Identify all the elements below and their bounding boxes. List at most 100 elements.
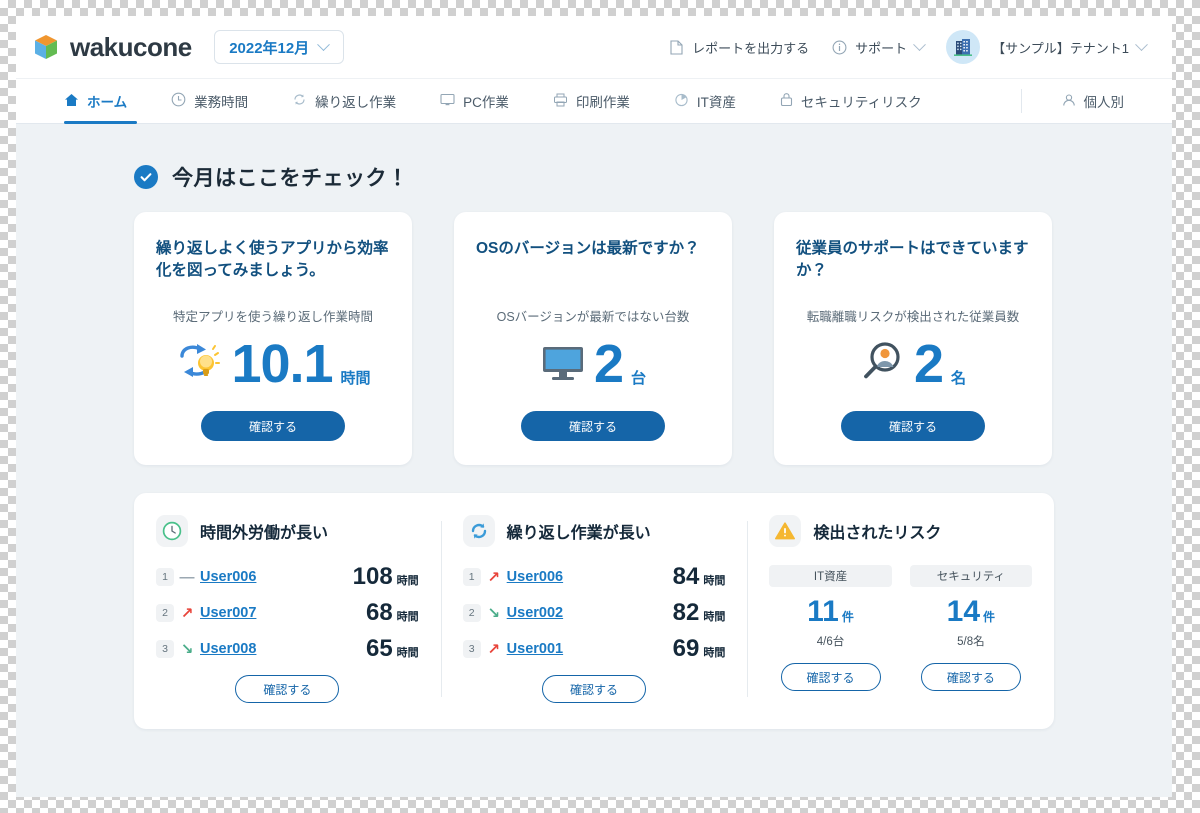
value-number: 68 — [366, 601, 393, 625]
app-window: wakucone 2022年12月 レポートを出力する サポート — [16, 16, 1172, 797]
value-number: 82 — [673, 601, 700, 625]
value-number: 108 — [353, 565, 393, 589]
trend-icon: — — [174, 569, 200, 586]
chevron-down-icon — [1135, 38, 1148, 51]
chevron-down-icon — [913, 38, 926, 51]
tenant-label: 【サンプル】テナント1 — [992, 38, 1129, 57]
row-value: 69 時間 — [673, 637, 726, 661]
risk-item-it-assets: IT資産 11 件 4/6台 確認する — [769, 565, 891, 691]
panel-col-overtime: 時間外労働が長い 1 — User006 108 時間 2 ↗ — [134, 515, 441, 703]
value-unit: 時間 — [397, 644, 419, 660]
table-row: 2 ↘ User002 82 時間 — [463, 601, 726, 625]
value-unit: 時間 — [397, 572, 419, 588]
value-unit: 時間 — [703, 608, 725, 624]
card-employee-support: 従業員のサポートはできていますか？ 転職離職リスクが検出された従業員数 2 — [774, 212, 1052, 465]
card-subtitle: 転職離職リスクが検出された従業員数 — [807, 306, 1020, 325]
nav-label: 印刷作業 — [576, 91, 630, 111]
card-metric: 2 台 — [540, 329, 646, 391]
col-header: 時間外労働が長い — [156, 515, 419, 547]
nav-item-home[interactable]: ホーム — [56, 79, 149, 123]
col-title: 繰り返し作業が長い — [507, 519, 651, 543]
row-value: 65 時間 — [366, 637, 419, 661]
table-row: 2 ↗ User007 68 時間 — [156, 601, 419, 625]
nav-item-it-assets[interactable]: IT資産 — [652, 79, 758, 123]
row-value: 82 時間 — [673, 601, 726, 625]
summary-panel: 時間外労働が長い 1 — User006 108 時間 2 ↗ — [134, 493, 1054, 729]
table-row: 1 ↗ User006 84 時間 — [463, 565, 726, 589]
row-value: 68 時間 — [366, 601, 419, 625]
value-number: 69 — [673, 637, 700, 661]
nav-label: 繰り返し作業 — [315, 91, 396, 111]
card-metric: 2 名 — [860, 329, 966, 391]
value-number: 84 — [673, 565, 700, 589]
user-link[interactable]: User008 — [200, 641, 256, 657]
nav-item-repeat-work[interactable]: 繰り返し作業 — [270, 79, 418, 123]
card-unit: 時間 — [341, 367, 371, 388]
value-unit: 時間 — [397, 608, 419, 624]
nav-spacer — [944, 79, 995, 123]
col-footer: 確認する — [156, 675, 419, 703]
value-unit: 時間 — [703, 572, 725, 588]
row-value: 108 時間 — [353, 565, 419, 589]
pie-chart-icon — [674, 92, 689, 110]
user-link[interactable]: User006 — [200, 569, 256, 585]
nav-item-working-hours[interactable]: 業務時間 — [149, 79, 270, 123]
building-avatar-icon — [946, 30, 980, 64]
card-title: 繰り返しよく使うアプリから効率化を図ってみましょう。 — [156, 238, 390, 284]
user-link[interactable]: User002 — [507, 605, 563, 621]
col-header: 検出されたリスク — [769, 515, 1032, 547]
home-icon — [64, 93, 79, 110]
trend-icon: ↗ — [481, 640, 507, 658]
value-unit: 時間 — [703, 644, 725, 660]
col-header: 繰り返し作業が長い — [463, 515, 726, 547]
card-unit: 名 — [951, 367, 966, 388]
confirm-button[interactable]: 確認する — [542, 675, 646, 703]
card-confirm-button[interactable]: 確認する — [201, 411, 345, 441]
user-link[interactable]: User001 — [507, 641, 563, 657]
trend-icon: ↗ — [174, 604, 200, 622]
chevron-down-icon — [317, 38, 330, 51]
confirm-button[interactable]: 確認する — [921, 663, 1021, 691]
document-icon — [668, 39, 684, 55]
col-title: 検出されたリスク — [813, 519, 941, 543]
card-confirm-button[interactable]: 確認する — [841, 411, 985, 441]
export-report-button[interactable]: レポートを出力する — [668, 38, 809, 57]
card-title: 従業員のサポートはできていますか？ — [796, 238, 1030, 284]
nav-item-pc-work[interactable]: PC作業 — [418, 79, 531, 123]
rank-badge: 2 — [156, 604, 174, 622]
monitor-icon — [440, 93, 455, 110]
nav-item-print-work[interactable]: 印刷作業 — [531, 79, 652, 123]
nav-label: 業務時間 — [194, 91, 248, 111]
nav-item-individual[interactable]: 個人別 — [1040, 79, 1133, 123]
risk-item-security: セキュリティ 14 件 5/8名 確認する — [910, 565, 1032, 691]
risk-value: 11 件 — [807, 597, 854, 627]
clock-green-icon — [156, 515, 188, 547]
card-confirm-button[interactable]: 確認する — [521, 411, 665, 441]
table-row: 3 ↘ User008 65 時間 — [156, 637, 419, 661]
panel-col-risk: 検出されたリスク IT資産 11 件 4/6台 確認する — [747, 515, 1054, 703]
lock-icon — [780, 92, 793, 110]
value-unit: 件 — [983, 608, 995, 625]
repeat-lightbulb-icon — [175, 341, 223, 383]
rank-badge: 3 — [156, 640, 174, 658]
risk-grid: IT資産 11 件 4/6台 確認する セキュリティ 14 — [769, 565, 1032, 691]
confirm-button[interactable]: 確認する — [781, 663, 881, 691]
monitor-icon — [540, 343, 586, 383]
person-icon — [1062, 93, 1076, 110]
brand-logo[interactable]: wakucone — [32, 32, 192, 63]
user-link[interactable]: User007 — [200, 605, 256, 621]
month-selector[interactable]: 2022年12月 — [214, 30, 344, 64]
nav-label: ホーム — [87, 91, 127, 111]
user-link[interactable]: User006 — [507, 569, 563, 585]
table-row: 1 — User006 108 時間 — [156, 565, 419, 589]
rank-badge: 1 — [463, 568, 481, 586]
nav-item-security-risk[interactable]: セキュリティリスク — [758, 79, 944, 123]
tenant-menu[interactable]: 【サンプル】テナント1 — [946, 30, 1146, 64]
magnifier-person-icon — [860, 341, 906, 383]
col-footer: 確認する — [463, 675, 726, 703]
support-menu[interactable]: サポート — [831, 38, 924, 57]
risk-tag: IT資産 — [769, 565, 891, 587]
confirm-button[interactable]: 確認する — [235, 675, 339, 703]
card-value: 2 — [914, 337, 943, 391]
value-number: 65 — [366, 637, 393, 661]
